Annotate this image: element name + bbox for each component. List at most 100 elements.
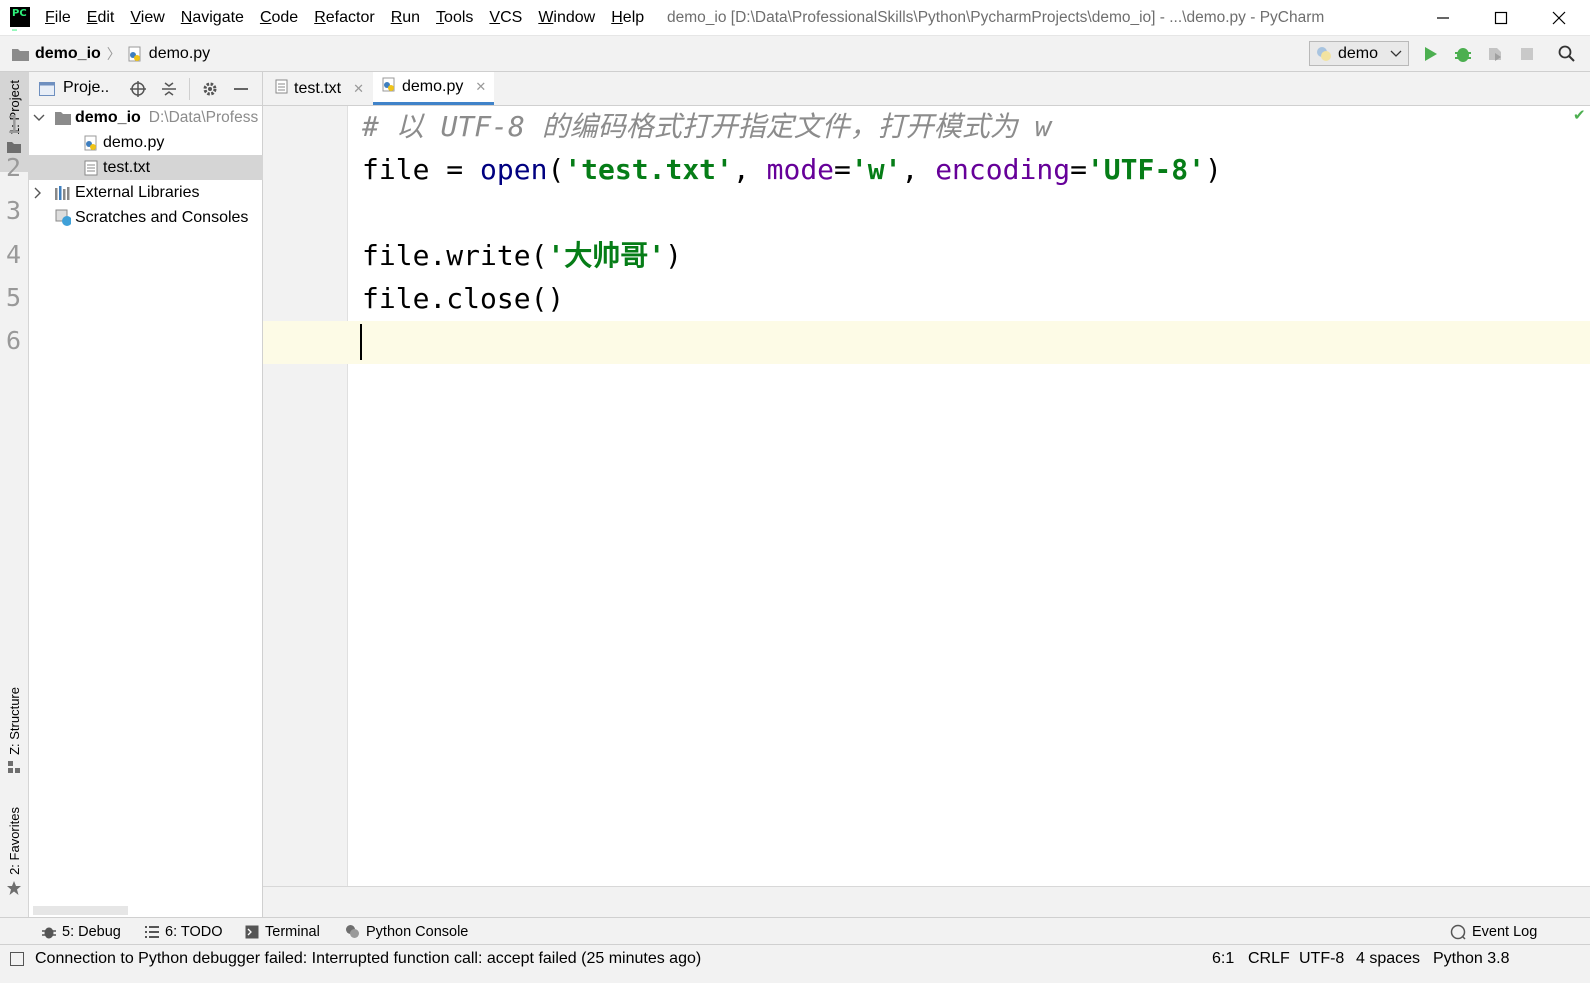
hide-panel-button[interactable]: [232, 80, 250, 98]
line-number: 3: [6, 196, 22, 225]
python-interpreter[interactable]: Python 3.8: [1433, 945, 1510, 973]
code-line-4: file.write('大帅哥'): [362, 239, 683, 272]
event-log-icon: [1450, 924, 1466, 940]
menu-run[interactable]: Run: [383, 9, 428, 27]
tree-item-external-libraries[interactable]: External Libraries: [29, 180, 266, 205]
coverage-icon: [1489, 48, 1501, 61]
run-icon: [1425, 47, 1437, 61]
debug-tool-button[interactable]: 5: Debug: [42, 918, 121, 945]
tab-demo-py[interactable]: demo.py ✕: [373, 72, 495, 105]
tree-item-scratches[interactable]: Scratches and Consoles: [29, 205, 288, 230]
python-icon: [346, 925, 359, 938]
close-tab-icon[interactable]: ✕: [475, 79, 486, 95]
close-tab-icon[interactable]: ✕: [353, 81, 364, 97]
scratches-icon: [55, 209, 71, 226]
crosshair-icon: [130, 81, 146, 97]
code-line-1: # 以 UTF-8 的编码格式打开指定文件，打开模式为 w: [362, 105, 1051, 148]
tree-item-demo-io[interactable]: demo_io D:\Data\Profess: [29, 105, 266, 130]
tool-windows-toggle-icon[interactable]: [10, 952, 24, 966]
menu-refactor[interactable]: Refactor: [306, 9, 382, 27]
line-number: 6: [6, 326, 22, 355]
todo-tool-button[interactable]: 6: TODO: [145, 918, 222, 945]
search-icon: [1558, 45, 1575, 62]
current-line-highlight: [263, 321, 1590, 364]
line-number: 5: [6, 283, 22, 312]
locate-file-button[interactable]: [129, 80, 147, 98]
menu-help[interactable]: Help: [603, 9, 652, 27]
current-line-gutter-highlight: [263, 321, 347, 364]
project-panel-header: Proje..: [29, 72, 262, 106]
status-message[interactable]: Connection to Python debugger failed: In…: [35, 945, 701, 973]
stop-button[interactable]: [1517, 44, 1537, 64]
menu-bar: File Edit View Navigate Code Refactor Ru…: [37, 0, 652, 35]
close-window-button[interactable]: [1530, 0, 1588, 35]
python-icon: [1317, 46, 1331, 61]
menu-edit[interactable]: Edit: [79, 9, 123, 27]
header-divider: [189, 78, 190, 100]
horizontal-scrollbar[interactable]: [33, 906, 128, 915]
inspection-ok-icon[interactable]: ✔: [1573, 106, 1586, 124]
folder-icon: [12, 48, 29, 61]
panel-settings-button[interactable]: [201, 80, 219, 98]
run-configuration-select[interactable]: demo: [1309, 41, 1409, 66]
menu-navigate[interactable]: Navigate: [173, 9, 252, 27]
maximize-button[interactable]: [1472, 0, 1530, 35]
navigation-bar: demo_io 〉 demo.py demo: [0, 36, 1590, 72]
maximize-icon: [1494, 11, 1508, 24]
minimize-button[interactable]: [1414, 0, 1472, 35]
project-view-selector[interactable]: Proje..: [63, 79, 109, 97]
line-number: 2: [6, 153, 22, 182]
minimize-icon: [234, 88, 248, 90]
menu-file[interactable]: File: [37, 9, 79, 27]
tab-test-txt[interactable]: test.txt ✕: [267, 72, 372, 105]
line-number: 4: [6, 240, 22, 269]
python-file-icon: [83, 135, 99, 151]
window-title: demo_io [D:\Data\ProfessionalSkills\Pyth…: [667, 9, 1325, 26]
run-with-coverage-button[interactable]: [1485, 44, 1505, 64]
breadcrumb-file[interactable]: demo.py: [127, 45, 210, 63]
indent-setting[interactable]: 4 spaces: [1356, 945, 1420, 973]
menu-window[interactable]: Window: [530, 9, 603, 27]
project-panel: Proje.. demo_io D:\Data\Profess demo.py …: [29, 72, 316, 917]
minimize-icon: [1437, 16, 1449, 19]
folder-icon: [7, 141, 21, 153]
python-file-icon: [381, 77, 396, 97]
line-separator[interactable]: CRLF: [1248, 945, 1290, 973]
breadcrumb-separator: 〉: [106, 45, 121, 62]
python-console-tool-button[interactable]: Python Console: [345, 918, 468, 945]
structure-icon: [8, 760, 20, 773]
library-icon: [55, 185, 71, 201]
menu-tools[interactable]: Tools: [428, 9, 481, 27]
project-view-icon: [39, 82, 55, 96]
menu-view[interactable]: View: [122, 9, 172, 27]
run-button[interactable]: [1421, 44, 1441, 64]
event-log-tool-button[interactable]: Event Log: [1450, 918, 1537, 945]
file-encoding[interactable]: UTF-8: [1299, 945, 1344, 973]
title-bar: PC _ File Edit View Navigate Code Refacto…: [0, 0, 1590, 36]
favorites-tool-tab[interactable]: 2: Favorites: [0, 807, 28, 907]
caret-position[interactable]: 6:1: [1212, 945, 1234, 973]
search-everywhere-button[interactable]: [1557, 44, 1577, 64]
menu-vcs[interactable]: VCS: [481, 9, 530, 27]
collapse-all-button[interactable]: [160, 80, 178, 98]
code-line-5: file.close(): [362, 282, 565, 315]
breadcrumb-project[interactable]: demo_io: [12, 45, 101, 63]
menu-code[interactable]: Code: [252, 9, 306, 27]
close-icon: [1552, 11, 1566, 24]
gear-icon: [203, 82, 217, 96]
bug-icon: [1455, 48, 1471, 62]
terminal-tool-button[interactable]: Terminal: [245, 918, 320, 945]
bug-icon: [42, 927, 56, 938]
debug-button[interactable]: [1453, 44, 1473, 64]
collapse-all-icon: [162, 82, 176, 96]
code-editor[interactable]: [348, 106, 1590, 886]
line-number-gutter: [263, 106, 348, 886]
line-number: 1: [6, 110, 22, 139]
text-caret: [360, 324, 362, 360]
star-icon: [7, 880, 21, 895]
chevron-down-icon: [1390, 50, 1402, 57]
structure-tool-tab[interactable]: Z: Structure: [0, 687, 28, 787]
breadcrumb: demo_io 〉 demo.py: [12, 36, 210, 71]
editor-tab-bar: test.txt ✕ demo.py ✕: [263, 72, 1590, 106]
bottom-tool-bar: 5: Debug 6: TODO Terminal Python Console…: [0, 917, 1590, 945]
